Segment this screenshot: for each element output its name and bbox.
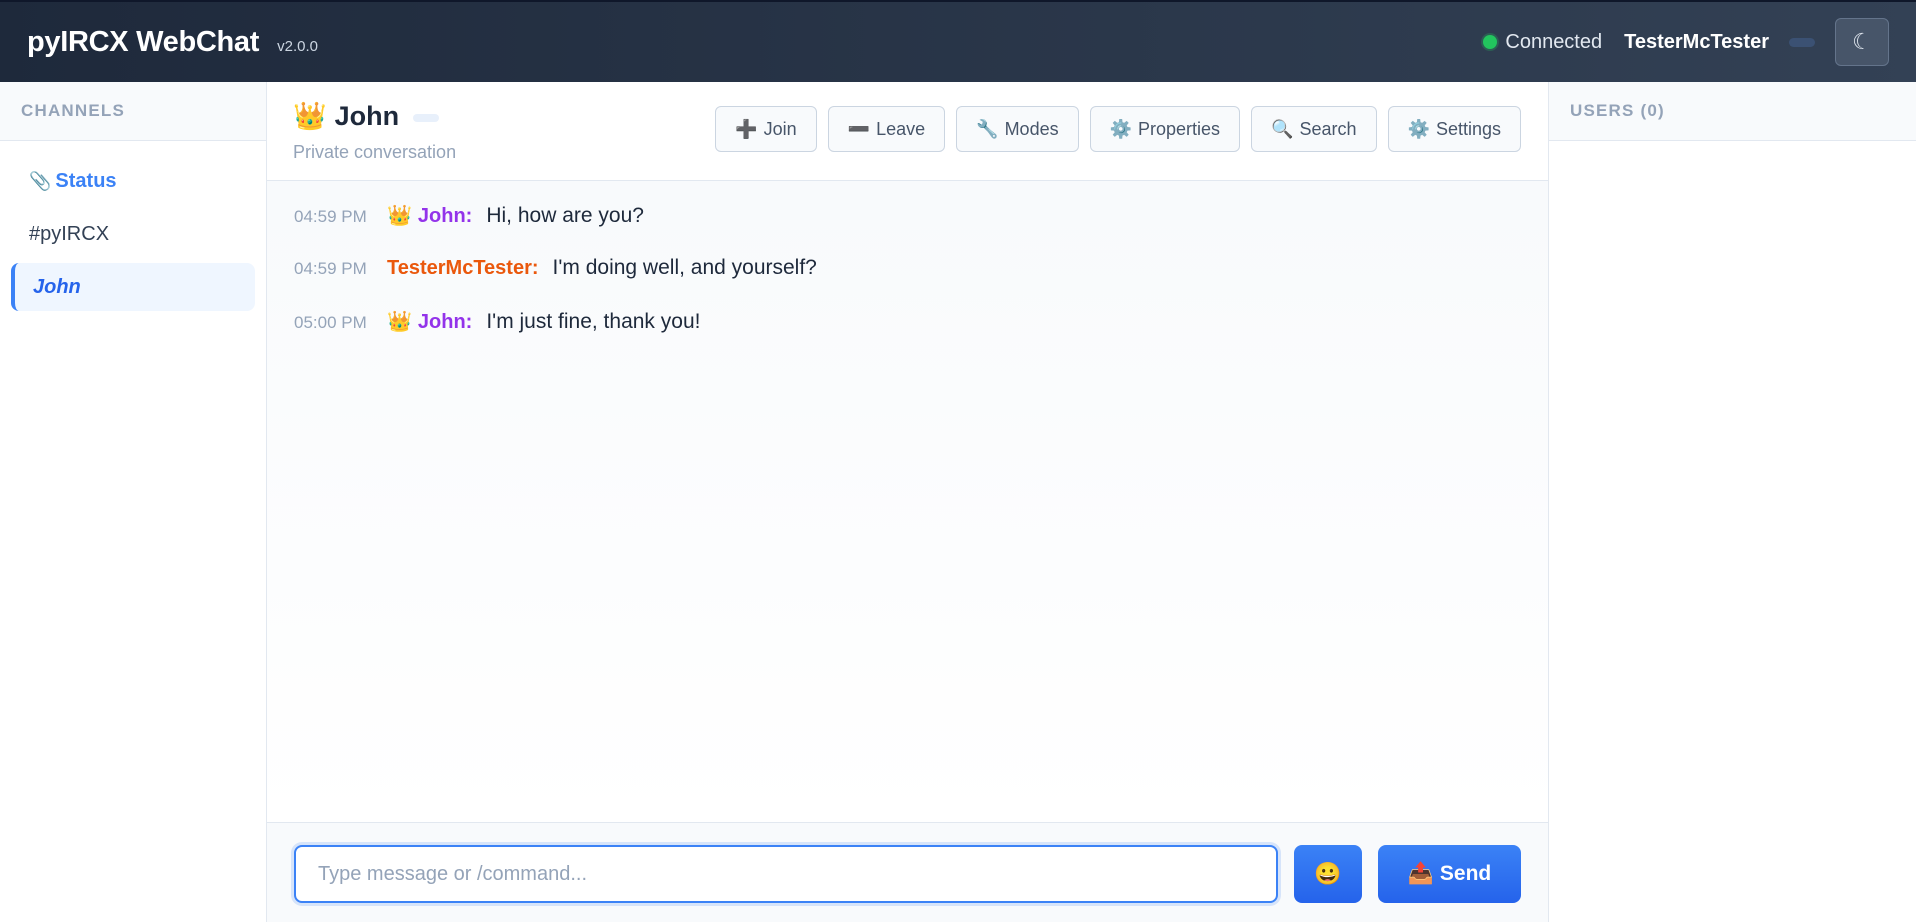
message-text: I'm doing well, and yourself? [552,256,817,279]
message-list: 04:59 PM 👑 John: Hi, how are you? 04:59 … [267,181,1548,822]
chat-title-badge [413,114,440,122]
paperclip-icon: 📎 [29,170,52,191]
minus-icon: ➖ [847,118,871,139]
current-nickname[interactable]: TesterMcTester [1624,31,1769,54]
message-text: I'm just fine, thank you! [486,310,701,333]
chat-subtitle: Private conversation [293,142,457,162]
search-button[interactable]: 🔍 Search [1251,106,1377,152]
crown-icon: 👑 [387,205,412,227]
settings-button-label: Settings [1435,118,1501,139]
app-header: pyIRCX WebChat v2.0.0 Connected TesterMc… [0,0,1916,82]
chat-title-block: 👑 John Private conversation [293,100,456,163]
channels-sidebar: CHANNELS 📎 Status #pyIRCX John [0,82,267,922]
channel-list: 📎 Status #pyIRCX John [0,141,266,311]
message-row: 05:00 PM 👑 John: I'm just fine, thank yo… [294,309,1521,362]
outbox-icon: 📤 [1407,862,1434,885]
search-button-label: Search [1299,118,1357,139]
join-button-label: Join [763,118,797,139]
message-time: 05:00 PM [294,313,367,332]
join-button[interactable]: ➕ Join [715,106,817,152]
app-version: v2.0.0 [277,37,318,55]
modes-button[interactable]: 🔧 Modes [956,106,1079,152]
message-text: Hi, how are you? [486,204,644,227]
leave-button-label: Leave [876,118,926,139]
wrench-icon: 🔧 [976,118,999,139]
theme-toggle-button[interactable]: ☾ [1835,18,1889,66]
chat-title-text: John [334,100,400,131]
chat-title: 👑 John [293,100,456,132]
send-button-label: Send [1439,862,1492,885]
gear-icon: ⚙️ [1407,118,1430,139]
users-heading: USERS (0) [1549,82,1916,141]
send-button[interactable]: 📤 Send [1378,845,1521,903]
sidebar-item-pyircx[interactable]: #pyIRCX [11,210,255,258]
message-time: 04:59 PM [294,207,367,226]
message-row: 04:59 PM TesterMcTester: I'm doing well,… [294,256,1521,309]
sidebar-item-status[interactable]: 📎 Status [11,157,255,205]
properties-button[interactable]: ⚙️ Properties [1089,106,1241,152]
properties-button-label: Properties [1138,118,1221,139]
chat-toolbar: ➕ Join ➖ Leave 🔧 Modes ⚙️ Properties 🔍 S… [704,106,1521,152]
message-time: 04:59 PM [294,259,367,278]
modes-button-label: Modes [1004,118,1059,139]
crown-icon: 👑 [387,311,412,333]
sidebar-item-label: #pyIRCX [29,222,110,245]
sidebar-item-label: Status [55,169,117,192]
plus-icon: ➕ [735,118,758,139]
chat-header: 👑 John Private conversation ➕ Join ➖ Lea… [267,82,1548,181]
channels-heading: CHANNELS [0,82,266,141]
message-row: 04:59 PM 👑 John: Hi, how are you? [294,203,1521,256]
sidebar-item-john[interactable]: John [11,263,255,311]
users-sidebar: USERS (0) [1548,82,1916,922]
smiley-icon: 😀 [1314,861,1342,886]
header-status-area: Connected TesterMcTester ☾ [1483,18,1889,66]
emoji-button[interactable]: 😀 [1294,845,1362,903]
message-nick[interactable]: TesterMcTester: [387,257,539,280]
nickname-badge [1789,37,1815,47]
crown-icon: 👑 [293,101,327,131]
connection-status-text: Connected [1505,30,1603,53]
search-icon: 🔍 [1271,118,1294,139]
message-input[interactable] [294,845,1278,903]
gear-icon: ⚙️ [1109,118,1133,139]
chat-main: 👑 John Private conversation ➕ Join ➖ Lea… [267,82,1548,922]
message-nick[interactable]: John: [418,311,472,334]
app-title: pyIRCX WebChat [27,25,260,58]
settings-button[interactable]: ⚙️ Settings [1387,106,1521,152]
connection-status-dot-icon [1483,35,1498,49]
moon-icon: ☾ [1852,29,1872,54]
message-composer: 😀 📤 Send [267,822,1548,922]
leave-button[interactable]: ➖ Leave [827,106,946,152]
sidebar-item-label: John [33,275,81,298]
message-nick[interactable]: John: [418,205,472,228]
